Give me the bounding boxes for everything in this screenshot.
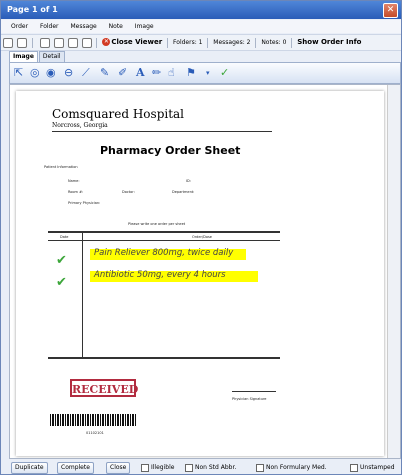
- order-line: Antibiotic 50mg, every 4 hours: [94, 270, 226, 280]
- checkbox-box[interactable]: [185, 463, 193, 472]
- document-page: Comsquared Hospital Norcross, Georgia Ph…: [16, 91, 384, 456]
- refresh-icon[interactable]: [67, 37, 78, 48]
- line-icon[interactable]: ⟋: [82, 66, 90, 80]
- toolbar-separator: [255, 37, 257, 48]
- close-window-button[interactable]: ✕: [383, 3, 398, 18]
- menu-message[interactable]: Message: [70, 23, 96, 30]
- id-label: ID:: [186, 179, 191, 183]
- menu-folder[interactable]: Folder: [40, 23, 59, 30]
- illegible-label: Illegible: [151, 464, 175, 471]
- doctor-label: Doctor:: [122, 190, 135, 194]
- menu-bar: Order Folder Message Note Image: [1, 20, 401, 33]
- complete-button[interactable]: Complete: [57, 462, 94, 474]
- toolbar-separator: [291, 37, 293, 48]
- toolbar-separator: [207, 37, 209, 48]
- close-viewer-button[interactable]: ✕ Close Viewer: [102, 38, 162, 46]
- notes-count[interactable]: Notes: 0: [261, 39, 286, 46]
- order-column-header: Order/Dose: [192, 235, 212, 239]
- header-divider: [52, 131, 272, 132]
- checkbox-box[interactable]: [141, 463, 149, 472]
- non-formulary-label: Non Formulary Med.: [266, 464, 327, 471]
- window-title: Page 1 of 1: [7, 5, 58, 14]
- vertical-scrollbar[interactable]: [387, 85, 400, 458]
- annotation-toolbar: ⇱ ◎ ◉ ⊖ ⟋ ✎ ✐ A ✏ ☝ ⚑ ▾ ✓: [9, 62, 401, 84]
- action-bar: Duplicate Complete Close Illegible Non S…: [1, 460, 401, 474]
- table-column-divider: [82, 233, 83, 357]
- main-toolbar: ✕ Close Viewer Folders: 1 Messages: 2 Not…: [1, 34, 401, 51]
- toolbar-separator: [167, 37, 169, 48]
- tab-detail[interactable]: Detail: [38, 51, 65, 62]
- checkbox-box[interactable]: [256, 463, 264, 472]
- previous-page-icon[interactable]: [16, 37, 27, 48]
- note-edit-icon[interactable]: ✎: [100, 66, 109, 80]
- barcode-number: 01102101: [86, 431, 104, 435]
- image-viewer[interactable]: Comsquared Hospital Norcross, Georgia Ph…: [9, 84, 401, 459]
- toolbar-separator: [96, 37, 98, 48]
- unstamped-checkbox[interactable]: Unstamped: [350, 463, 395, 472]
- non-std-abbr-label: Non Std Abbr.: [195, 464, 237, 471]
- physician-label: Primary Physician:: [68, 201, 101, 205]
- hospital-name: Comsquared Hospital: [52, 107, 185, 121]
- rotate-icon[interactable]: [53, 37, 64, 48]
- date-column-header: Date: [60, 235, 69, 239]
- messages-count[interactable]: Messages: 2: [213, 39, 250, 46]
- redact-circle-icon[interactable]: ◎: [30, 66, 40, 80]
- select-arrow-icon[interactable]: ⇱: [14, 66, 23, 80]
- barcode: [50, 414, 136, 426]
- highlighter-icon[interactable]: ✏: [152, 66, 161, 80]
- hand-icon[interactable]: ☝: [168, 66, 175, 80]
- stamp-icon[interactable]: ⚑: [186, 66, 196, 80]
- view-tabs: Image Detail: [9, 51, 66, 62]
- tab-image[interactable]: Image: [9, 51, 38, 62]
- toolbar-separator: [31, 37, 33, 48]
- stop-icon: ✕: [102, 38, 111, 46]
- name-label: Name:: [68, 179, 80, 183]
- dropdown-icon[interactable]: ▾: [206, 66, 210, 80]
- zoom-region-icon[interactable]: ⊖: [64, 66, 73, 80]
- non-std-abbr-checkbox[interactable]: Non Std Abbr.: [185, 463, 236, 472]
- zoom-icon[interactable]: [39, 37, 50, 48]
- patient-info-label: Patient Information: [44, 165, 78, 169]
- signature-label: Physician Signature: [232, 397, 267, 401]
- close-viewer-label: Close Viewer: [111, 38, 163, 46]
- room-label: Room #:: [68, 190, 84, 194]
- unstamped-label: Unstamped: [360, 464, 395, 471]
- hospital-address: Norcross, Georgia: [52, 122, 108, 129]
- checkmark-icon[interactable]: ✓: [220, 66, 229, 80]
- pen-icon[interactable]: ✐: [118, 66, 127, 80]
- department-label: Department:: [172, 190, 195, 194]
- folders-count[interactable]: Folders: 1: [173, 39, 202, 46]
- viewer-window: Page 1 of 1 ✕ Order Folder Message Note …: [0, 0, 402, 475]
- menu-order[interactable]: Order: [11, 23, 28, 30]
- illegible-checkbox[interactable]: Illegible: [141, 463, 174, 472]
- menu-image[interactable]: Image: [135, 23, 154, 30]
- checkbox-box[interactable]: [350, 463, 358, 472]
- approved-check-icon: ✔: [56, 275, 67, 290]
- table-bottom-rule: [48, 357, 280, 359]
- show-order-info-button[interactable]: Show Order Info: [297, 38, 361, 46]
- close-button[interactable]: Close: [106, 462, 131, 474]
- title-bar: Page 1 of 1 ✕: [1, 1, 401, 19]
- order-line: Pain Reliever 800mg, twice daily: [94, 248, 234, 258]
- duplicate-button[interactable]: Duplicate: [11, 462, 48, 474]
- received-stamp: RECEIVED: [70, 379, 138, 397]
- print-icon[interactable]: [81, 37, 92, 48]
- menu-note[interactable]: Note: [109, 23, 123, 30]
- approved-check-icon: ✔: [56, 253, 67, 268]
- first-page-icon[interactable]: [3, 37, 13, 48]
- sheet-title: Pharmacy Order Sheet: [100, 144, 241, 157]
- non-formulary-checkbox[interactable]: Non Formulary Med.: [256, 463, 327, 472]
- signature-line: [232, 391, 276, 392]
- instruction-text: Please write one order per sheet: [128, 222, 186, 226]
- ellipse-icon[interactable]: ◉: [46, 66, 56, 80]
- text-icon[interactable]: A: [136, 66, 145, 80]
